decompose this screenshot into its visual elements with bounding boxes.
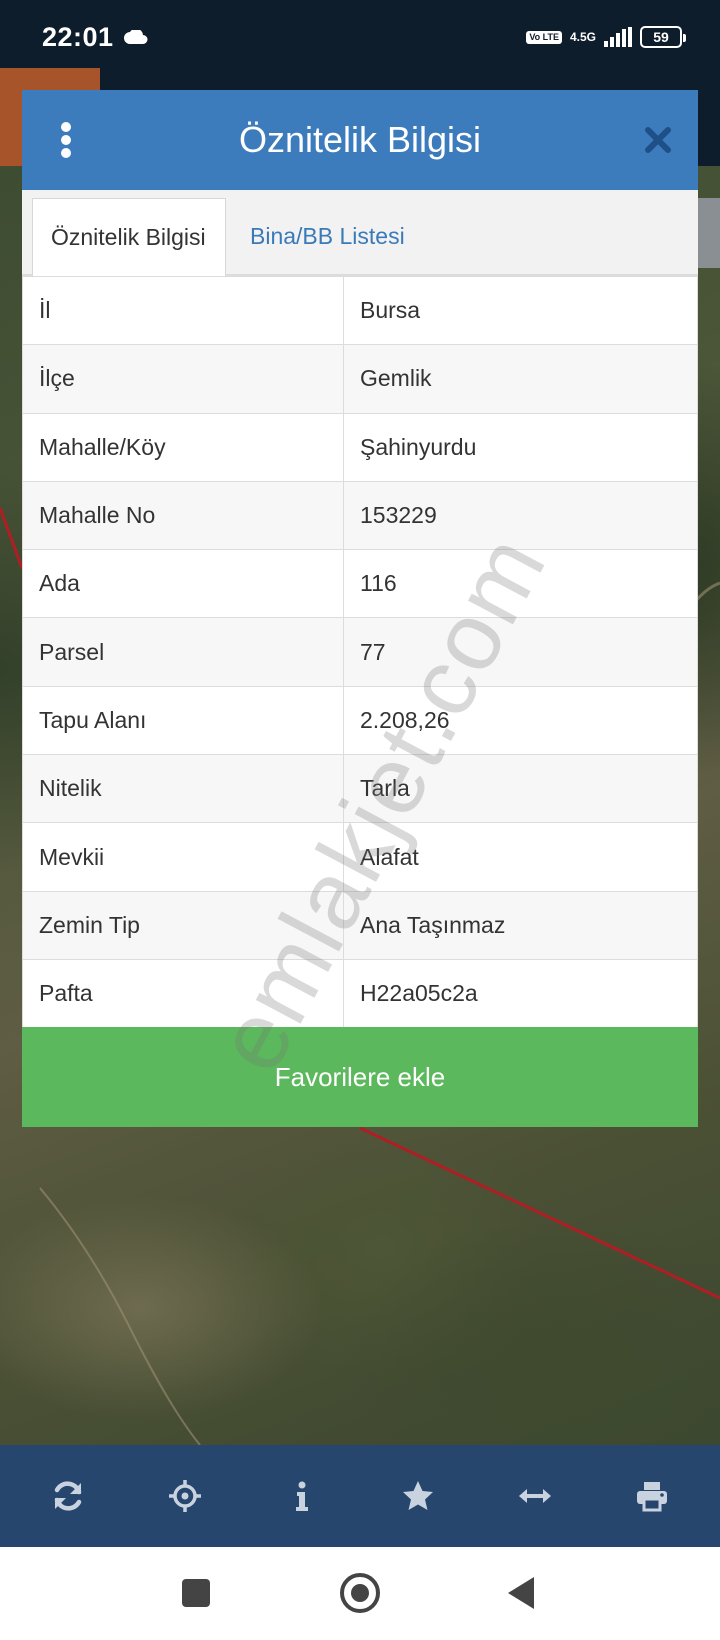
table-row: Parsel 77 xyxy=(22,617,698,687)
network-type: 4.5G xyxy=(569,30,596,44)
attr-key: Pafta xyxy=(22,958,344,1029)
home-button[interactable] xyxy=(340,1573,380,1613)
attr-key: İl xyxy=(22,275,344,346)
attr-key: Ada xyxy=(22,549,344,619)
close-icon[interactable] xyxy=(644,126,672,154)
table-row: Tapu Alanı 2.208,26 xyxy=(22,685,698,756)
favorites-button[interactable] xyxy=(388,1466,448,1526)
bottom-toolbar xyxy=(0,1445,720,1547)
volte-badge: Vo LTE xyxy=(526,30,562,44)
attr-key: Tapu Alanı xyxy=(22,685,344,756)
refresh-button[interactable] xyxy=(38,1466,98,1526)
table-row: Zemin Tip Ana Taşınmaz xyxy=(22,890,698,960)
attr-key: Mahalle/Köy xyxy=(22,412,344,482)
attr-key: Nitelik xyxy=(22,754,344,824)
attribute-dialog: Öznitelik Bilgisi Öznitelik Bilgisi Bina… xyxy=(22,90,698,1127)
locate-button[interactable] xyxy=(155,1466,215,1526)
table-row: Pafta H22a05c2a xyxy=(22,958,698,1029)
attr-value: H22a05c2a xyxy=(343,958,698,1029)
attr-value: Bursa xyxy=(343,275,698,346)
attr-key: İlçe xyxy=(22,344,344,414)
signal-icon xyxy=(604,27,632,47)
battery-level: 59 xyxy=(653,29,669,45)
recent-apps-button[interactable] xyxy=(182,1579,210,1607)
measure-icon xyxy=(518,1489,551,1503)
attr-key: Parsel xyxy=(22,617,344,687)
info-button[interactable] xyxy=(272,1466,332,1526)
status-bar: 22:01 Vo LTE 4.5G 59 xyxy=(0,0,720,68)
refresh-icon xyxy=(55,1481,82,1511)
back-button[interactable] xyxy=(508,1577,534,1609)
add-favorite-button[interactable]: Favorilere ekle xyxy=(22,1027,698,1127)
attr-key: Mevkii xyxy=(22,822,344,892)
star-icon xyxy=(403,1481,434,1510)
attr-value: 116 xyxy=(343,549,698,619)
table-row: İlçe Gemlik xyxy=(22,344,698,414)
crosshair-icon xyxy=(168,1480,201,1512)
dialog-tabs: Öznitelik Bilgisi Bina/BB Listesi xyxy=(22,190,698,278)
table-row: Ada 116 xyxy=(22,549,698,619)
attr-value: Ana Taşınmaz xyxy=(343,890,698,960)
table-row: Nitelik Tarla xyxy=(22,754,698,824)
attribute-table: İl Bursa İlçe Gemlik Mahalle/Köy Şahinyurdu… xyxy=(22,275,698,1029)
info-icon xyxy=(295,1481,308,1511)
attr-value: 2.208,26 xyxy=(343,685,698,756)
attr-key: Zemin Tip xyxy=(22,890,344,960)
attr-value: Alafat xyxy=(343,822,698,892)
table-row: İl Bursa xyxy=(22,275,698,346)
status-indicators: Vo LTE 4.5G 59 xyxy=(526,24,686,50)
tab-attribute-info[interactable]: Öznitelik Bilgisi xyxy=(32,198,226,278)
tab-building-list[interactable]: Bina/BB Listesi xyxy=(232,198,423,278)
table-row: Mevkii Alafat xyxy=(22,822,698,892)
table-row: Mahalle/Köy Şahinyurdu xyxy=(22,412,698,482)
dialog-title: Öznitelik Bilgisi xyxy=(238,119,482,160)
print-icon xyxy=(636,1482,667,1512)
dialog-header: Öznitelik Bilgisi xyxy=(22,90,698,190)
attr-value: 153229 xyxy=(343,480,698,551)
system-nav-bar xyxy=(0,1547,720,1640)
more-options-icon[interactable] xyxy=(60,122,72,158)
attr-value: Şahinyurdu xyxy=(343,412,698,482)
cloud-icon xyxy=(124,30,148,44)
attr-value: Gemlik xyxy=(343,344,698,414)
attr-value: Tarla xyxy=(343,754,698,824)
print-button[interactable] xyxy=(622,1466,682,1526)
attr-key: Mahalle No xyxy=(22,480,344,551)
status-time: 22:01 xyxy=(42,22,114,52)
battery-icon: 59 xyxy=(640,26,686,48)
table-row: Mahalle No 153229 xyxy=(22,480,698,551)
measure-button[interactable] xyxy=(505,1466,565,1526)
attr-value: 77 xyxy=(343,617,698,687)
